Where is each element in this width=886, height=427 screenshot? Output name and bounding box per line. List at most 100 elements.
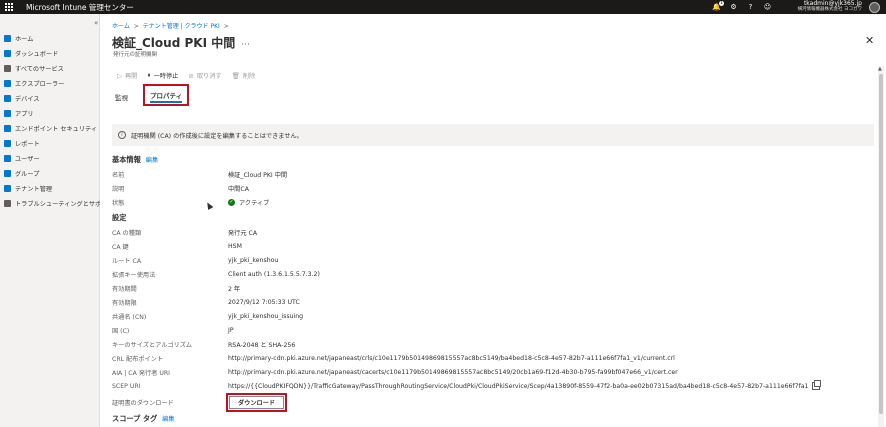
sidebar-item-apps[interactable]: アプリ xyxy=(4,107,34,119)
breadcrumb-tenant[interactable]: テナント管理 | クラウド PKI xyxy=(143,23,220,30)
scroll-up-icon[interactable]: ▲ xyxy=(878,66,882,72)
shield-icon xyxy=(4,124,11,132)
property-value: 発行元 CA xyxy=(228,229,258,237)
explorer-icon xyxy=(4,79,11,87)
revoke-button[interactable]: ⊘ 取り消す xyxy=(188,71,222,81)
property-row: CRL 配布ポイント http://primary-cdn.pki.azure.n… xyxy=(112,353,675,363)
sidebar-item-tenant-admin[interactable]: テナント管理 xyxy=(4,182,52,194)
property-label: ルート CA xyxy=(112,257,142,265)
notification-badge: 1 xyxy=(719,0,724,6)
property-label: CA 鍵 xyxy=(112,243,129,251)
property-value: 2027/9/12 7:05:33 UTC xyxy=(228,298,300,306)
user-account[interactable]: tkadmin@yjk365.jp 横河情報機器株式会社 ヨコガワ xyxy=(798,1,862,13)
property-label: キーのサイズとアルゴリズム xyxy=(112,341,193,349)
scope-tags-title: スコープ タグ xyxy=(112,414,158,423)
more-options-icon[interactable]: ··· xyxy=(241,40,250,50)
sidebar-item-label: エクスプローラー xyxy=(15,80,65,88)
reports-icon xyxy=(4,139,11,147)
breadcrumb-home[interactable]: ホーム xyxy=(112,23,130,30)
vertical-scrollbar[interactable]: ▲ xyxy=(878,66,884,427)
sidebar-item-dashboard[interactable]: ダッシュボード xyxy=(4,47,58,59)
basics-edit-link[interactable]: 編集 xyxy=(146,157,158,164)
trash-icon: 🗑 xyxy=(231,71,240,80)
wrench-icon xyxy=(4,199,11,207)
sidebar-item-troubleshooting[interactable]: トラブルシューティングとサポート xyxy=(4,197,114,209)
apps-icon xyxy=(4,109,11,117)
page-title-text: 検証_Cloud PKI 中間 xyxy=(112,36,236,50)
sidebar-item-label: ダッシュボード xyxy=(15,50,59,58)
app-launcher-icon[interactable] xyxy=(4,2,14,12)
scrollbar-thumb[interactable] xyxy=(879,74,883,414)
crl-url-value: http://primary-cdn.pki.azure.net/japanea… xyxy=(228,354,675,362)
services-icon xyxy=(4,64,11,72)
resume-label: 再開 xyxy=(125,73,138,80)
group-icon xyxy=(4,169,11,177)
sidebar-item-groups[interactable]: グループ xyxy=(4,167,39,179)
sidebar-item-all-services[interactable]: すべてのサービス xyxy=(4,62,64,74)
sidebar-item-label: エンドポイント セキュリティ xyxy=(15,125,98,133)
feedback-icon[interactable]: ☺ xyxy=(763,3,772,12)
property-value: 2 年 xyxy=(228,285,241,293)
property-value: HSM xyxy=(228,242,242,250)
breadcrumb: ホーム > テナント管理 | クラウド PKI > xyxy=(112,21,231,30)
main-panel: ホーム > テナント管理 | クラウド PKI > 検証_Cloud PKI 中… xyxy=(100,14,886,427)
tab-bar: 監視 プロパティ xyxy=(112,84,190,106)
tenant-icon xyxy=(4,184,11,192)
sidebar-item-devices[interactable]: デバイス xyxy=(4,92,40,104)
property-label: AIA | CA 発行者 URI xyxy=(112,369,171,377)
sidebar-item-endpoint-security[interactable]: エンドポイント セキュリティ xyxy=(4,122,97,134)
property-value: 検証_Cloud PKI 中間 xyxy=(228,171,288,179)
property-row: ルート CA yjk_pki_kenshou xyxy=(112,255,278,265)
command-bar: ▷ 再開 ⏸ 一時停止 ⊘ 取り消す 🗑 削除 xyxy=(117,71,255,80)
sidebar-item-reports[interactable]: レポート xyxy=(4,137,40,149)
help-icon[interactable]: ? xyxy=(746,3,755,12)
pause-icon: ⏸ xyxy=(147,71,151,79)
settings-gear-icon[interactable]: ⚙ xyxy=(729,3,738,12)
scope-tags-edit-link[interactable]: 編集 xyxy=(162,416,174,423)
delete-button[interactable]: 🗑 削除 xyxy=(231,71,256,81)
collapse-sidebar-icon[interactable]: « xyxy=(94,19,98,27)
tab-monitor[interactable]: 監視 xyxy=(112,90,131,106)
sidebar-item-home[interactable]: ホーム xyxy=(4,32,33,44)
sidebar-item-label: アプリ xyxy=(15,110,34,118)
check-circle-icon: ✓ xyxy=(228,198,235,206)
avatar[interactable] xyxy=(869,2,880,13)
tab-properties[interactable]: プロパティ xyxy=(143,84,190,106)
download-wrapper: ダウンロード xyxy=(226,392,288,412)
copy-icon[interactable] xyxy=(812,380,822,390)
property-value: yjk_pki_kenshou_issuing xyxy=(228,312,304,320)
download-button[interactable]: ダウンロード xyxy=(229,395,285,409)
sidebar-item-users[interactable]: ユーザー xyxy=(4,152,40,164)
revoke-label: 取り消す xyxy=(196,73,222,80)
property-row: AIA | CA 発行者 URI http://primary-cdn.pki.a… xyxy=(112,367,678,377)
basics-section-header: 基本情報 編集 xyxy=(112,155,158,165)
resume-button[interactable]: ▷ 再開 xyxy=(117,71,138,81)
property-label: 有効期間 xyxy=(112,285,137,293)
property-label: CRL 配布ポイント xyxy=(112,355,164,363)
close-icon[interactable]: ✕ xyxy=(865,34,874,47)
property-label: 名前 xyxy=(112,171,125,179)
pause-button[interactable]: ⏸ 一時停止 xyxy=(147,71,178,80)
breadcrumb-separator: > xyxy=(133,23,139,30)
property-label: 拡張キー使用法 xyxy=(112,271,156,279)
aia-url-value: http://primary-cdn.pki.azure.net/japanea… xyxy=(228,368,678,376)
sidebar-item-label: ホーム xyxy=(15,35,34,43)
sidebar-item-label: デバイス xyxy=(15,95,40,103)
play-icon: ▷ xyxy=(117,71,122,80)
app-title[interactable]: Microsoft Intune 管理センター xyxy=(26,2,134,13)
breadcrumb-separator: > xyxy=(223,23,229,30)
delete-label: 削除 xyxy=(242,73,256,80)
user-icon xyxy=(4,154,11,162)
sidebar: « ホーム ダッシュボード すべてのサービス エクスプローラー デバイス アプリ… xyxy=(0,14,114,427)
scep-uri-value: https://{{CloudPKIFQDN}}/TrafficGateway/… xyxy=(228,380,822,390)
settings-title: 設定 xyxy=(112,213,127,222)
home-icon xyxy=(4,34,11,42)
sidebar-item-label: レポート xyxy=(15,140,40,148)
notification-icon[interactable]: 🔔 1 xyxy=(712,0,724,12)
tab-properties-label: プロパティ xyxy=(150,92,183,103)
sidebar-item-label: グループ xyxy=(15,170,40,178)
property-row: 状態 ✓ アクティブ xyxy=(112,197,269,207)
sidebar-item-label: すべてのサービス xyxy=(15,65,64,73)
property-row: 有効期限 2027/9/12 7:05:33 UTC xyxy=(112,297,300,307)
sidebar-item-explorer[interactable]: エクスプローラー xyxy=(4,77,64,89)
